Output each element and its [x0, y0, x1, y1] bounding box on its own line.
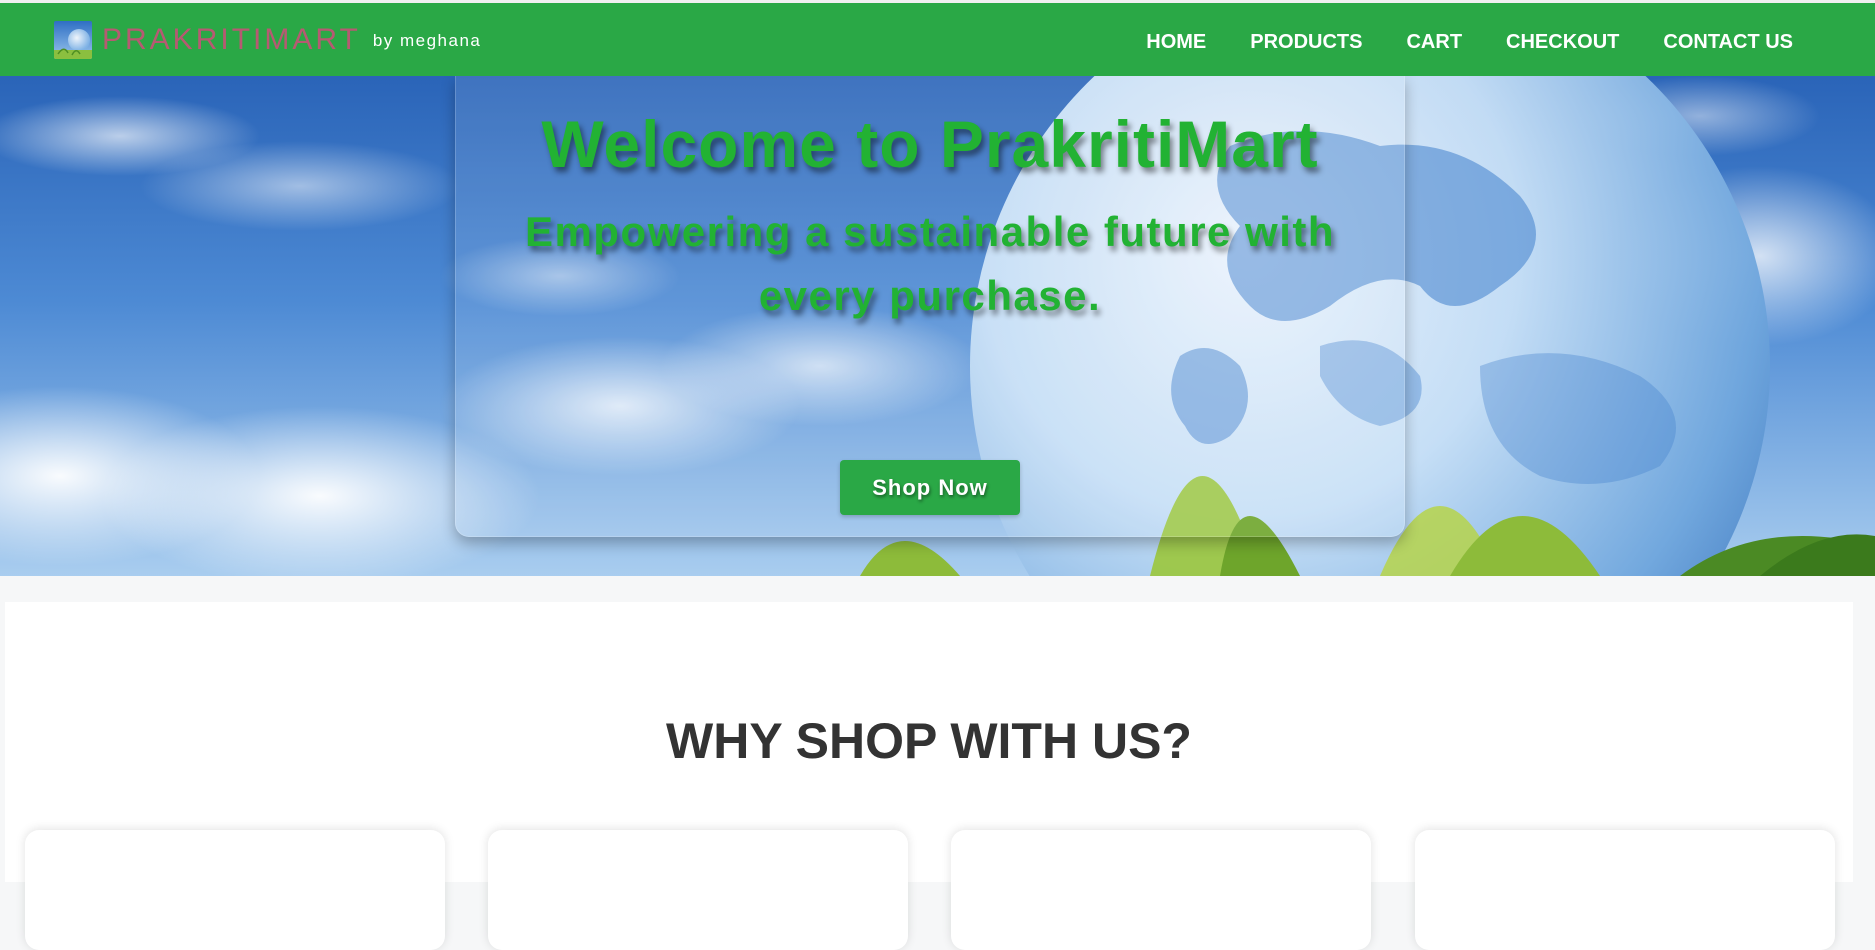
nav-link-checkout[interactable]: CHECKOUT [1506, 31, 1619, 54]
hero-subtitle: Empowering a sustainable future with eve… [524, 208, 1336, 319]
top-navbar: PRAKRITIMART by meghana HOME PRODUCTS CA… [0, 0, 1875, 76]
shop-now-button[interactable]: Shop Now [840, 460, 1020, 515]
brand-name: PRAKRITIMART [102, 23, 361, 56]
nav-links: HOME PRODUCTS CART CHECKOUT CONTACT US [1102, 22, 1793, 62]
hero-title: Welcome to PrakritiMart [541, 107, 1319, 181]
nav-link-home[interactable]: HOME [1146, 31, 1206, 54]
nav-link-products[interactable]: PRODUCTS [1250, 31, 1362, 54]
brand-tagline: by meghana [372, 31, 482, 50]
section-title: WHY SHOP WITH US? [666, 713, 1192, 769]
feature-card [1415, 830, 1835, 950]
feature-card [488, 830, 908, 950]
feature-card [25, 830, 445, 950]
feature-card [951, 830, 1371, 950]
hero-card: Welcome to PrakritiMart Empowering a sus… [455, 76, 1405, 537]
globe-landscape-icon [54, 21, 92, 59]
nav-link-contact-us[interactable]: CONTACT US [1663, 31, 1793, 54]
hero-section: Welcome to PrakritiMart Empowering a sus… [0, 76, 1875, 576]
nav-link-cart[interactable]: CART [1406, 31, 1462, 54]
brand[interactable]: PRAKRITIMART by meghana [54, 20, 481, 60]
why-shop-section: WHY SHOP WITH US? [5, 602, 1853, 950]
